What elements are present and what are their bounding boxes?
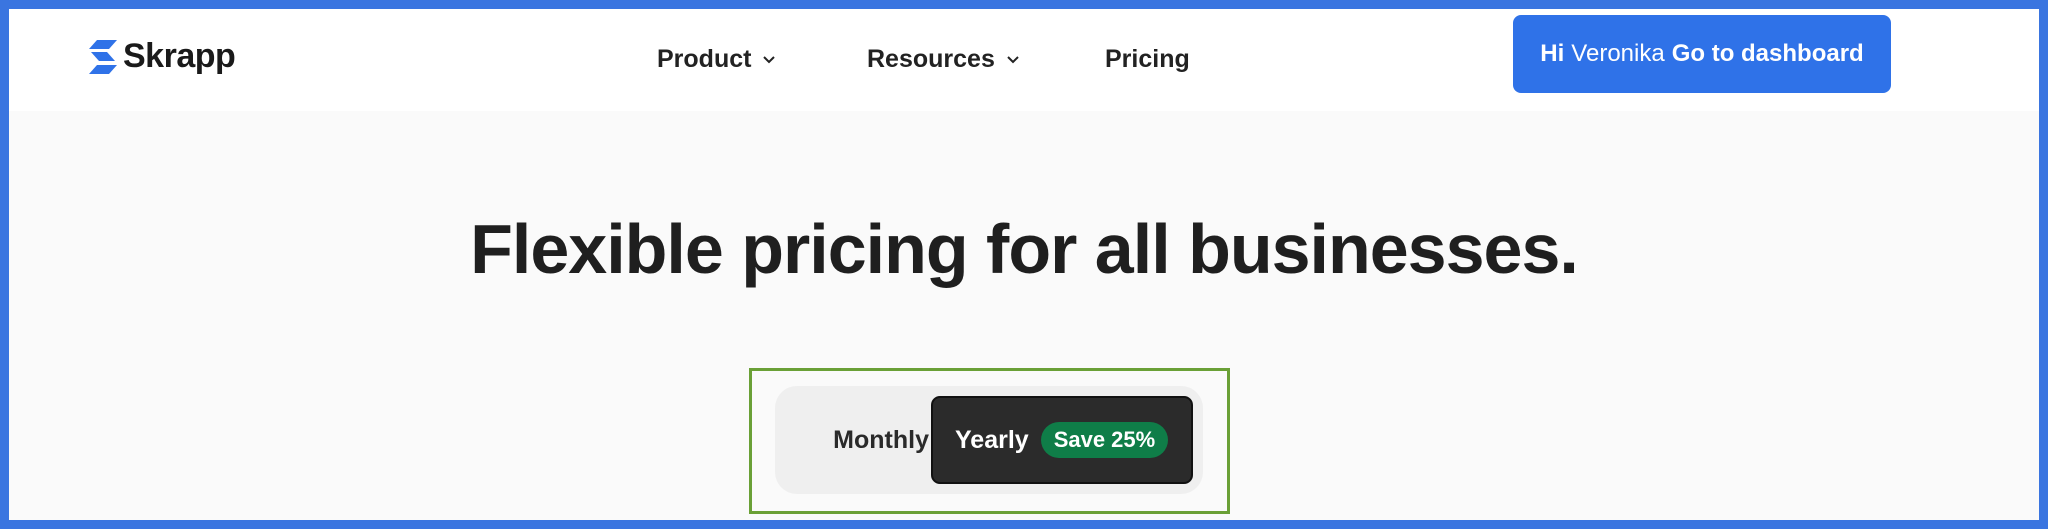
nav-item-resources[interactable]: Resources xyxy=(867,45,1019,74)
logo-text: Skrapp xyxy=(123,37,236,75)
dashboard-action-text: Go to dashboard xyxy=(1671,40,1864,67)
logo[interactable]: Skrapp xyxy=(87,37,236,76)
nav-item-label: Pricing xyxy=(1105,45,1190,73)
nav-item-label: Product xyxy=(657,45,752,73)
nav-item-product[interactable]: Product xyxy=(657,45,776,74)
monthly-option[interactable]: Monthly xyxy=(775,396,929,484)
browser-frame: Skrapp Product Resources Pricing Hi Vero… xyxy=(0,0,2048,529)
user-name: Veronika xyxy=(1571,40,1665,67)
top-navbar: Skrapp Product Resources Pricing Hi Vero… xyxy=(9,9,2039,111)
nav-item-pricing[interactable]: Pricing xyxy=(1105,45,1190,74)
save-badge: Save 25% xyxy=(1040,422,1169,458)
nav-item-label: Resources xyxy=(867,45,995,73)
yearly-label: Yearly xyxy=(955,425,1029,454)
skrapp-logo-icon xyxy=(87,39,119,74)
page-title: Flexible pricing for all businesses. xyxy=(470,210,1579,288)
greeting-text: Hi xyxy=(1540,40,1565,67)
go-to-dashboard-button[interactable]: Hi Veronika Go to dashboard xyxy=(1513,15,1891,93)
billing-period-toggle: Monthly Yearly Save 25% xyxy=(775,386,1203,494)
yearly-option[interactable]: Yearly Save 25% xyxy=(931,396,1193,484)
chevron-down-icon xyxy=(1007,55,1019,64)
chevron-down-icon xyxy=(763,55,776,64)
